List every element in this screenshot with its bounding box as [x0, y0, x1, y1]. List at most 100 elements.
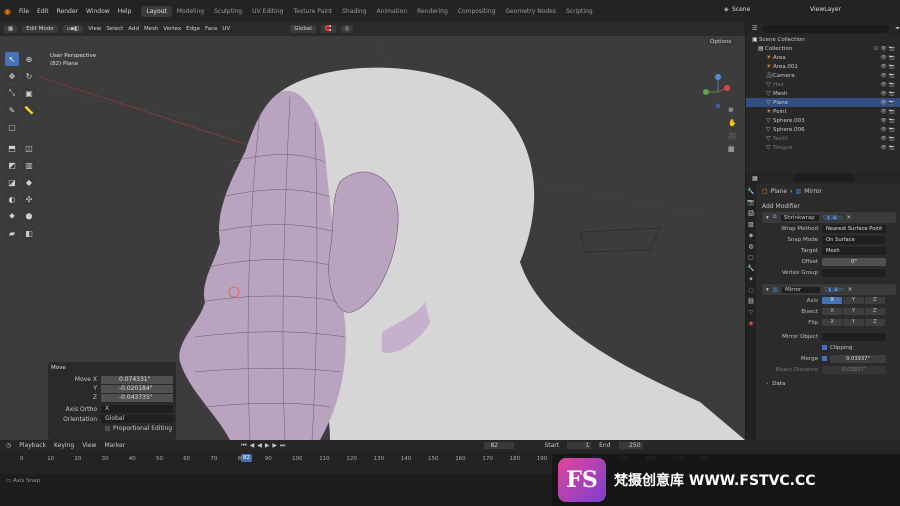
orientation-selector[interactable]: Global	[290, 25, 316, 33]
perspective-toggle-icon[interactable]: ▦	[728, 145, 737, 153]
knife-tool-icon[interactable]: ◪	[5, 175, 19, 189]
tab-rendering[interactable]: Rendering	[412, 6, 453, 17]
tab-uv-editing[interactable]: UV Editing	[247, 6, 288, 17]
zoom-icon[interactable]: ⊕	[728, 106, 737, 114]
menu-edit[interactable]: Edit	[33, 8, 53, 15]
menu-add[interactable]: Add	[128, 26, 139, 32]
scene-collection-row[interactable]: ▣ Scene Collection	[746, 35, 900, 44]
visibility-icons[interactable]: 👁📷	[880, 145, 897, 151]
shrink-fatten-tool-icon[interactable]: ⬢	[22, 209, 36, 223]
data-tab-icon[interactable]: ▽	[749, 309, 754, 316]
clipping-checkbox[interactable]	[822, 345, 827, 350]
modifier-visibility-icons[interactable]: ▽◧▣▭	[823, 215, 843, 221]
flip-x-toggle[interactable]: X	[822, 319, 843, 326]
tab-texture-paint[interactable]: Texture Paint	[288, 6, 337, 17]
viewlayer-selector[interactable]: ViewLayer	[810, 6, 841, 13]
edge-slide-tool-icon[interactable]: ⬥	[5, 209, 19, 223]
outliner-item[interactable]: ☀ Point 👁📷	[746, 107, 900, 116]
scene-tab-icon[interactable]: ◈	[749, 232, 754, 239]
axis-ortho-select[interactable]: X	[101, 405, 173, 413]
editor-type-button[interactable]: ▦	[4, 25, 18, 33]
current-frame-field[interactable]: 82	[484, 442, 515, 449]
render-tab-icon[interactable]: 📷	[747, 199, 754, 206]
properties-editor-icon[interactable]: ▦	[752, 175, 758, 182]
smooth-tool-icon[interactable]: ✣	[22, 192, 36, 206]
axis-y-toggle[interactable]: Y	[843, 297, 864, 304]
outliner-editor-icon[interactable]: ☰	[752, 25, 757, 32]
outliner-item[interactable]: ▽ Hair 👁📷	[746, 80, 900, 89]
visibility-icons[interactable]: 👁📷	[880, 136, 897, 142]
move-tool-icon[interactable]: ✥	[5, 69, 19, 83]
cursor-tool-icon[interactable]: ⊕	[22, 52, 36, 66]
loop-cut-tool-icon[interactable]: ▥	[22, 158, 36, 172]
world-tab-icon[interactable]: ◍	[748, 243, 753, 250]
mirror-modifier-header[interactable]: ▾ ▥ Mirror ▽◧▣▭ ✕	[762, 284, 896, 295]
collection-row[interactable]: ▤ Collection ☑👁📷	[746, 44, 900, 53]
tab-layout[interactable]: Layout	[141, 5, 172, 17]
tab-scripting[interactable]: Scripting	[561, 6, 598, 17]
outliner-item[interactable]: ▽ Teeth 👁📷	[746, 134, 900, 143]
tab-sculpting[interactable]: Sculpting	[209, 6, 247, 17]
move-y-field[interactable]: -0.020184"	[101, 384, 173, 393]
menu-playback[interactable]: Playback	[19, 442, 46, 449]
visibility-icons[interactable]: ☑👁📷	[874, 46, 897, 52]
move-z-field[interactable]: -0.043735"	[101, 393, 173, 402]
collapse-chevron-icon[interactable]: ▾	[766, 287, 769, 293]
visibility-icons[interactable]: 👁📷	[880, 91, 897, 97]
outliner-item[interactable]: 🎥 Camera 👁📷	[746, 71, 900, 80]
rotate-tool-icon[interactable]: ↻	[22, 69, 36, 83]
tool-tab-icon[interactable]: 🔧	[747, 188, 754, 195]
modifier-visibility-icons[interactable]: ▽◧▣▭	[824, 287, 844, 293]
menu-uv[interactable]: UV	[222, 26, 230, 32]
end-field[interactable]: 250	[618, 442, 643, 449]
menu-help[interactable]: Help	[114, 8, 136, 15]
modifier-close-icon[interactable]: ✕	[847, 215, 852, 221]
shrinkwrap-modifier-header[interactable]: ▾ ⧉ Shrinkwrap ▽◧▣▭ ✕	[762, 212, 896, 223]
spin-tool-icon[interactable]: ◐	[5, 192, 19, 206]
object-tab-icon[interactable]: ▢	[748, 254, 754, 261]
options-dropdown[interactable]: Options	[706, 38, 736, 46]
playback-controls[interactable]: ⏮◀◀▶▶⏭	[241, 442, 288, 450]
menu-mesh[interactable]: Mesh	[144, 26, 158, 32]
flip-y-toggle[interactable]: Y	[843, 319, 864, 326]
visibility-icons[interactable]: 👁📷	[880, 64, 897, 70]
visibility-icons[interactable]: 👁📷	[880, 73, 897, 79]
outliner-item[interactable]: ▽ Sphere.006 👁📷	[746, 125, 900, 134]
properties-search-input[interactable]	[793, 174, 854, 182]
wrap-method-select[interactable]: Nearest Surface Point	[822, 224, 886, 233]
tab-animation[interactable]: Animation	[372, 6, 413, 17]
measure-tool-icon[interactable]: 📏	[22, 103, 36, 117]
outliner-item[interactable]: ☀ Area 👁📷	[746, 53, 900, 62]
visibility-icons[interactable]: 👁📷	[880, 109, 897, 115]
tab-modeling[interactable]: Modeling	[172, 6, 209, 17]
bisect-distance-field[interactable]: 0.03937"	[822, 365, 886, 374]
menu-edge[interactable]: Edge	[186, 26, 200, 32]
flip-z-toggle[interactable]: Z	[864, 319, 885, 326]
mirror-object-field[interactable]	[822, 332, 886, 341]
snap-mode-select[interactable]: On Surface	[822, 235, 886, 244]
merge-field[interactable]: 0.03937"	[830, 354, 886, 363]
tab-compositing[interactable]: Compositing	[453, 6, 501, 17]
visibility-icons[interactable]: 👁📷	[880, 118, 897, 124]
transform-tool-icon[interactable]: ▣	[22, 86, 36, 100]
menu-face[interactable]: Face	[205, 26, 217, 32]
inset-tool-icon[interactable]: ◫	[22, 141, 36, 155]
axis-x-toggle[interactable]: X	[822, 297, 843, 304]
outliner-item[interactable]: ▽ Sphere.003 👁📷	[746, 116, 900, 125]
tab-shading[interactable]: Shading	[337, 6, 371, 17]
proportional-editing-icon[interactable]: ◎	[340, 25, 354, 33]
rip-tool-icon[interactable]: ◧	[22, 226, 36, 240]
proportional-checkbox[interactable]	[105, 426, 110, 431]
vertex-group-field[interactable]	[822, 268, 886, 277]
menu-marker[interactable]: Marker	[104, 442, 125, 449]
bisect-z-toggle[interactable]: Z	[864, 308, 885, 315]
move-x-field[interactable]: 0.074331"	[101, 375, 173, 384]
outliner-item[interactable]: ☀ Area.001 👁📷	[746, 62, 900, 71]
particles-tab-icon[interactable]: ✦	[748, 276, 753, 283]
timeline-editor-icon[interactable]: ◷	[6, 442, 11, 449]
physics-tab-icon[interactable]: ◌	[748, 287, 753, 294]
annotate-tool-icon[interactable]: ✎	[5, 103, 19, 117]
visibility-icons[interactable]: 👁📷	[880, 82, 897, 88]
bevel-tool-icon[interactable]: ◩	[5, 158, 19, 172]
gizmo-neg-z-icon[interactable]	[715, 103, 721, 109]
